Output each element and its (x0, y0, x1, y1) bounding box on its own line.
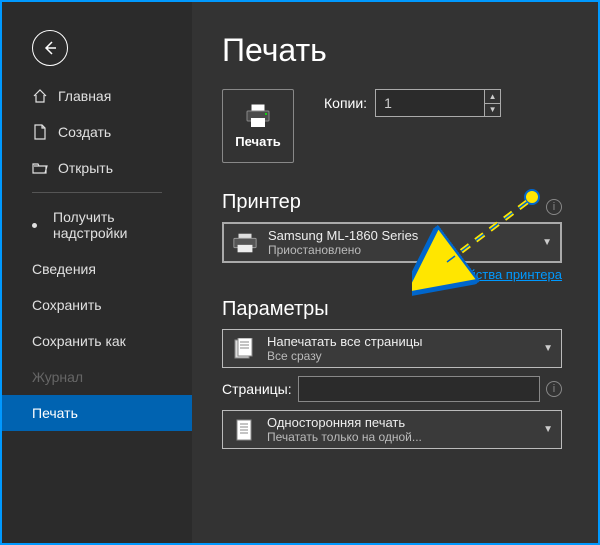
printer-icon (244, 104, 272, 128)
chevron-down-icon: ▼ (543, 424, 553, 435)
home-icon (32, 88, 48, 104)
copies-label: Копии: (324, 95, 367, 111)
print-button-label: Печать (235, 134, 280, 149)
single-page-icon (231, 419, 257, 441)
sidebar-item-history: Журнал (2, 359, 192, 395)
main-panel: Печать Печать Копии: ▲ ▼ (192, 2, 598, 543)
printer-properties-link[interactable]: Свойства принтера (222, 267, 562, 282)
printer-status: Приостановлено (268, 243, 542, 257)
printer-dropdown[interactable]: Samsung ML-1860 Series Приостановлено ▼ (222, 222, 562, 263)
sidebar-item-home[interactable]: Главная (2, 78, 192, 114)
bullet-icon (32, 223, 37, 228)
duplex-primary: Односторонняя печать (267, 415, 543, 430)
scope-secondary: Все сразу (267, 349, 543, 363)
copies-input[interactable] (375, 89, 485, 117)
folder-open-icon (32, 160, 48, 176)
sidebar-item-label: Сведения (32, 261, 96, 277)
sidebar-item-new[interactable]: Создать (2, 114, 192, 150)
printer-section-title: Принтер (222, 191, 301, 214)
sidebar-item-label: Сохранить как (32, 333, 126, 349)
duplex-secondary: Печатать только на одной... (267, 430, 543, 444)
sidebar-item-info[interactable]: Сведения (2, 251, 192, 287)
chevron-down-icon: ▼ (543, 343, 553, 354)
page-title: Печать (222, 32, 568, 69)
printer-name: Samsung ML-1860 Series (268, 228, 542, 243)
duplex-dropdown[interactable]: Односторонняя печать Печатать только на … (222, 410, 562, 449)
info-icon[interactable]: i (546, 381, 562, 397)
pages-icon (231, 338, 257, 360)
sidebar-item-addins[interactable]: Получить надстройки (2, 199, 192, 251)
spinner-down-icon[interactable]: ▼ (485, 104, 500, 117)
sidebar-item-label: Получить надстройки (53, 209, 172, 241)
sidebar-item-saveas[interactable]: Сохранить как (2, 323, 192, 359)
scope-primary: Напечатать все страницы (267, 334, 543, 349)
arrow-left-icon (42, 40, 58, 56)
sidebar: Главная Создать Открыть Получить надстро… (2, 2, 192, 543)
chevron-down-icon: ▼ (542, 237, 552, 248)
params-section-title: Параметры (222, 298, 568, 321)
sidebar-item-label: Печать (32, 405, 78, 421)
sidebar-item-save[interactable]: Сохранить (2, 287, 192, 323)
sidebar-item-label: Создать (58, 124, 111, 140)
back-button[interactable] (32, 30, 68, 66)
print-scope-dropdown[interactable]: Напечатать все страницы Все сразу ▼ (222, 329, 562, 368)
pages-label: Страницы: (222, 381, 292, 397)
sidebar-item-print[interactable]: Печать (2, 395, 192, 431)
copies-spinner[interactable]: ▲ ▼ (485, 89, 501, 117)
print-button[interactable]: Печать (222, 89, 294, 163)
info-icon[interactable]: i (546, 199, 562, 215)
printer-icon (232, 232, 258, 254)
pages-input[interactable] (298, 376, 540, 402)
sidebar-item-label: Журнал (32, 369, 83, 385)
sidebar-item-label: Открыть (58, 160, 113, 176)
divider (32, 192, 162, 193)
spinner-up-icon[interactable]: ▲ (485, 90, 500, 104)
sidebar-item-open[interactable]: Открыть (2, 150, 192, 186)
sidebar-item-label: Сохранить (32, 297, 102, 313)
sidebar-item-label: Главная (58, 88, 111, 104)
document-icon (32, 124, 48, 140)
